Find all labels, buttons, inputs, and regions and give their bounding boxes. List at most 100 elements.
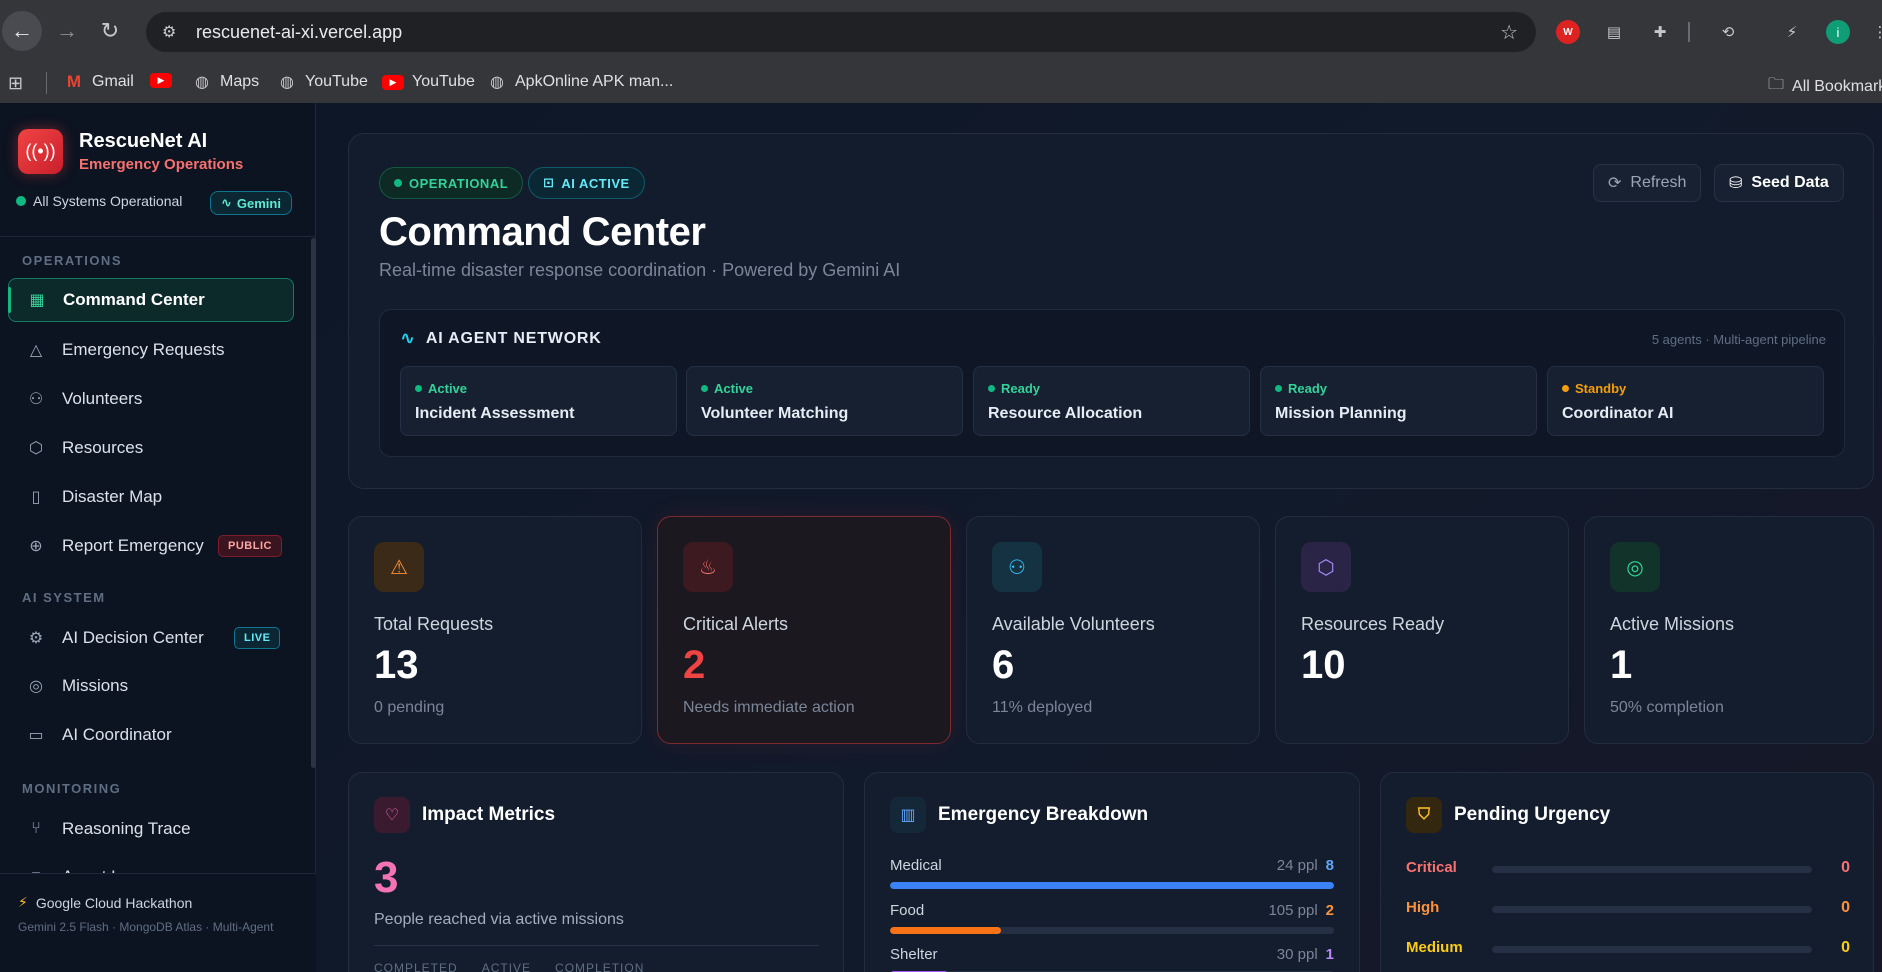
history-icon[interactable]: ⟲ [1716,20,1740,44]
sidebar-item-report-emergency[interactable]: ⊕ Report Emergency PUBLIC [8,524,294,568]
sidebar: ((•)) RescueNet AI Emergency Operations … [0,103,316,972]
status-dot-icon [1562,385,1569,392]
stat-total-requests[interactable]: ⚠ Total Requests 13 0 pending [348,516,642,744]
bookmark-apkonline[interactable]: ◍ ApkOnline APK man... [487,73,673,91]
ai-active-badge: ⊡ AI ACTIVE [528,167,645,199]
performance-icon[interactable]: ⚡ [1780,20,1804,44]
sidebar-item-emergency-requests[interactable]: △ Emergency Requests [8,328,294,372]
agent-card[interactable]: Active Volunteer Matching [686,366,963,436]
youtube-icon: ▶ [382,74,404,90]
sidebar-divider [0,236,316,237]
brand[interactable]: ((•)) RescueNet AI Emergency Operations [18,129,243,174]
users-icon: ⚇ [992,542,1042,592]
chat-icon: ▭ [28,727,44,744]
sidebar-item-disaster-map[interactable]: ▯ Disaster Map [8,475,294,519]
menu-more-icon[interactable]: ⋮ [1868,20,1882,44]
sidebar-scrollbar[interactable] [311,238,316,768]
plus-circle-icon: ⊕ [29,538,43,555]
breakdown-bar [890,927,1001,934]
document-icon[interactable]: ▤ [1602,20,1626,44]
breakdown-row: Shelter 30 ppl 1 [890,946,1334,972]
page-title: Command Center [379,210,706,254]
profile-avatar[interactable]: i [1826,20,1850,44]
sidebar-item-ai-coordinator[interactable]: ▭ AI Coordinator [8,713,294,757]
git-branch-icon: ⑂ [31,820,41,837]
all-bookmarks[interactable]: 🗀All Bookmarks [1768,73,1882,100]
flame-icon: ♨ [683,542,733,592]
seed-data-button[interactable]: ⛁ Seed Data [1714,164,1844,202]
sidebar-item-resources[interactable]: ⬡ Resources [8,426,294,470]
impact-value: 3 [374,853,399,902]
stat-critical-alerts[interactable]: ♨ Critical Alerts 2 Needs immediate acti… [657,516,951,744]
reload-button[interactable]: ↻ [90,11,130,51]
agent-card[interactable]: Standby Coordinator AI [1547,366,1824,436]
apps-grid-icon[interactable]: ⊞ [8,73,23,94]
browser-toolbar: ← → ↻ ⚙ rescuenet-ai-xi.vercel.app ☆ W ▤… [0,0,1882,63]
breakdown-row: Medical 24 ppl 8 [890,857,1334,889]
bookmark-maps[interactable]: ◍ Maps [192,73,259,91]
agent-network-meta: 5 agents · Multi-agent pipeline [1651,332,1826,347]
refresh-button[interactable]: ⟳ Refresh [1593,164,1702,202]
bookmark-gmail[interactable]: M Gmail [64,72,134,91]
stat-available-volunteers[interactable]: ⚇ Available Volunteers 6 11% deployed [966,516,1260,744]
agent-card[interactable]: Ready Resource Allocation [973,366,1250,436]
brand-subtitle: Emergency Operations [79,156,244,173]
status-dot-icon [394,179,402,187]
stat-active-missions[interactable]: ◎ Active Missions 1 50% completion [1584,516,1874,744]
sidebar-item-volunteers[interactable]: ⚇ Volunteers [8,377,294,421]
arrow-right-icon: → [56,18,78,43]
section-monitoring: MONITORING [22,781,122,796]
emergency-breakdown-panel: ▥ Emergency Breakdown Medical 24 ppl 8 Food… [864,772,1360,972]
impact-divider [374,945,819,946]
shield-icon: ⛉ [1406,797,1442,833]
site-settings-icon[interactable]: ⚙ [162,22,182,42]
sidebar-item-command-center[interactable]: ▦ Command Center [8,278,294,322]
command-center-hero: OPERATIONAL ⊡ AI ACTIVE Command Center Re… [348,133,1874,489]
address-bar[interactable]: ⚙ rescuenet-ai-xi.vercel.app ☆ [146,12,1536,52]
impact-label: People reached via active missions [374,911,624,928]
sidebar-footer: ⚡ Google Cloud Hackathon Gemini 2.5 Flash… [0,873,316,972]
sidebar-item-reasoning-trace[interactable]: ⑂ Reasoning Trace [8,807,294,851]
activity-icon: ∿ [221,195,232,210]
bookmarks-divider [46,72,47,94]
hackathon-title: ⚡ Google Cloud Hackathon [18,894,193,911]
gmail-icon: M [66,72,82,91]
sidebar-item-ai-decision-center[interactable]: ⚙ AI Decision Center LIVE [8,616,294,660]
browser-chrome: ← → ↻ ⚙ rescuenet-ai-xi.vercel.app ☆ W ▤… [0,0,1882,103]
urgency-row-high: High 0 [1406,899,1850,916]
page-subtitle: Real-time disaster response coordination… [379,260,901,280]
stat-resources-ready[interactable]: ⬡ Resources Ready 10 [1275,516,1569,744]
extension-wv-icon[interactable]: W [1556,20,1580,44]
extensions-puzzle-icon[interactable]: ✚ [1648,20,1672,44]
breakdown-bar [890,882,1334,889]
system-status: All Systems Operational [16,193,182,209]
globe-icon: ◍ [490,74,504,91]
urgency-row-critical: Critical 0 [1406,859,1850,876]
bookmark-youtube[interactable]: ◍ YouTube [277,73,368,91]
youtube-icon: ▶ [150,73,172,88]
brand-name: RescueNet AI [79,130,208,152]
gemini-badge: ∿ Gemini [210,191,292,215]
tech-stack-text: Gemini 2.5 Flash · MongoDB Atlas · Multi… [18,920,274,934]
package-icon: ⬡ [1301,542,1351,592]
bolt-icon: ⚡ [18,894,28,910]
bookmark-youtube-2[interactable]: ▶ YouTube [382,73,475,91]
warning-triangle-icon: ⚠ [374,542,424,592]
agent-card[interactable]: Ready Mission Planning [1260,366,1537,436]
globe-icon: ◍ [280,74,294,91]
forward-button[interactable]: → [47,11,87,51]
section-ai-system: AI SYSTEM [22,590,106,605]
back-button[interactable]: ← [2,11,42,51]
status-dot-icon [415,385,422,392]
bookmark-star-icon[interactable]: ☆ [1500,20,1518,45]
operational-badge: OPERATIONAL [379,167,524,199]
folder-icon: 🗀 [1768,76,1785,93]
ai-agent-network: ∿ AI AGENT NETWORK 5 agents · Multi-agent… [379,309,1845,457]
agent-card[interactable]: Active Incident Assessment [400,366,677,436]
agent-network-title: ∿ AI AGENT NETWORK [400,328,602,348]
app-root: ((•)) RescueNet AI Emergency Operations … [0,103,1882,972]
sidebar-item-missions[interactable]: ◎ Missions [8,664,294,708]
activity-icon: ∿ [400,328,416,348]
status-dot-icon [1275,385,1282,392]
bookmark-youtube-icon-only[interactable]: ▶ [150,73,172,88]
